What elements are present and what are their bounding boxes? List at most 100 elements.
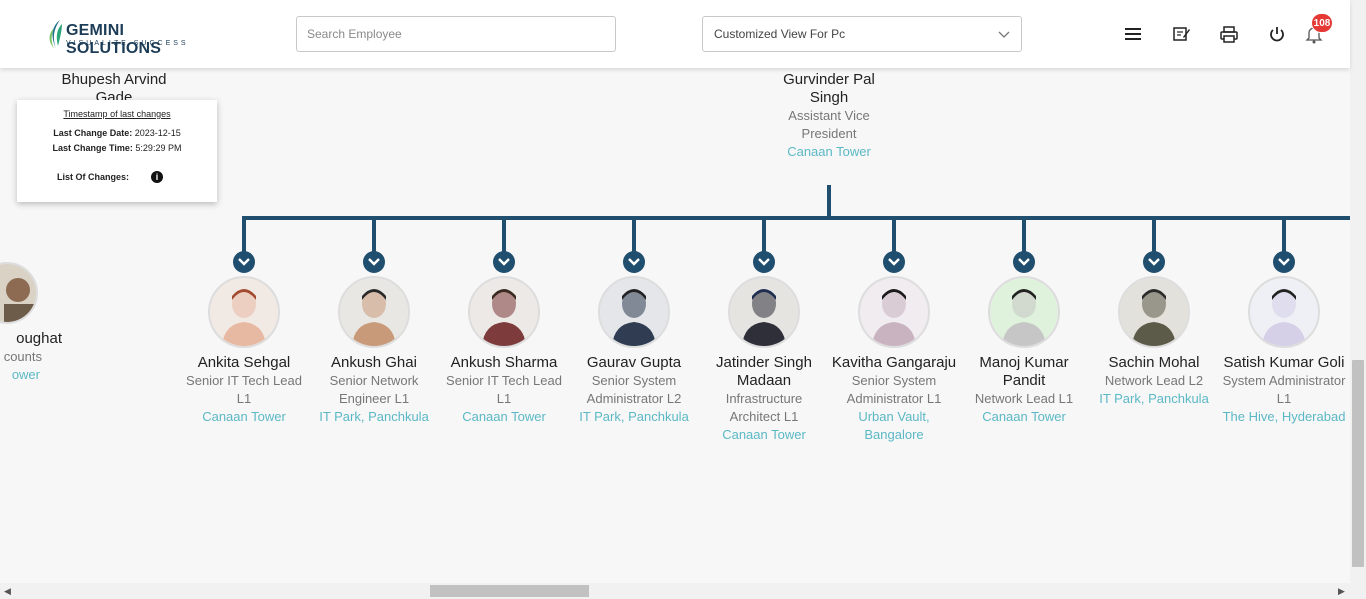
avatar	[858, 276, 930, 348]
manager-node[interactable]: Gurvinder Pal Singh Assistant Vice Presi…	[764, 71, 894, 161]
employee-connector-line	[242, 218, 246, 252]
view-select-dropdown[interactable]: Customized View For Pc	[702, 16, 1022, 52]
employee-designation: Senior System Administrator L1	[846, 373, 942, 406]
employee-name: Jatinder Singh Madaan	[716, 354, 812, 389]
avatar	[1248, 276, 1320, 348]
employee-name: Satish Kumar Goli	[1223, 354, 1345, 371]
avatar	[338, 276, 410, 348]
expand-chevron-icon[interactable]	[233, 251, 255, 273]
expand-chevron-icon[interactable]	[1013, 251, 1035, 273]
employee-designation: Senior IT Tech Lead L1	[186, 373, 302, 406]
employee-card[interactable]: Ankush Ghai Senior Network Engineer L1 IT …	[309, 276, 439, 426]
list-of-changes-label: List Of Changes:	[57, 172, 130, 182]
team-connector-line	[242, 216, 1350, 220]
employee-connector-line	[632, 218, 636, 252]
avatar	[988, 276, 1060, 348]
timestamp-card: Timestamp of last changes Last Change Da…	[17, 100, 217, 202]
top-header-bar: GEMINI SOLUTIONS VISUALIZE SUCCESS Custo…	[0, 0, 1350, 68]
last-change-time-value: 5:29:29 PM	[135, 143, 182, 153]
employee-connector-line	[1152, 218, 1156, 252]
avatar	[1118, 276, 1190, 348]
chevron-down-icon	[998, 31, 1010, 38]
logo-leaf-icon	[49, 20, 62, 48]
avatar	[208, 276, 280, 348]
employee-location: IT Park, Panchkula	[319, 409, 429, 424]
employee-connector-line	[762, 218, 766, 252]
employee-name: Ankush Sharma	[450, 354, 558, 371]
employee-card[interactable]: Ankita Sehgal Senior IT Tech Lead L1 Canaa…	[179, 276, 309, 426]
employee-connector-line	[892, 218, 896, 252]
employee-card[interactable]: Satish Kumar Goli System Administrator L1…	[1219, 276, 1349, 426]
list-of-changes-row: List Of Changes:	[57, 172, 129, 182]
scroll-left-arrow-icon[interactable]: ◀	[4, 587, 12, 596]
power-icon[interactable]	[1267, 24, 1287, 44]
employee-card-partial[interactable]: oughat counts ower	[0, 262, 62, 384]
employee-name: Gaurav Gupta	[586, 354, 682, 371]
employee-location: Canaan Tower	[462, 409, 546, 424]
avatar	[0, 262, 38, 324]
expand-chevron-icon[interactable]	[1143, 251, 1165, 273]
employee-location: IT Park, Panchkula	[1099, 391, 1209, 406]
timestamp-card-title: Timestamp of last changes	[63, 109, 171, 119]
notification-count-badge[interactable]: 108	[1311, 13, 1333, 33]
manager-location: Canaan Tower	[787, 144, 871, 159]
avatar	[468, 276, 540, 348]
employee-connector-line	[502, 218, 506, 252]
manager-name: Gurvinder Pal Singh	[783, 71, 875, 106]
employee-designation: Network Lead L2	[1104, 373, 1204, 388]
employee-card[interactable]: Kavitha Gangaraju Senior System Administr…	[829, 276, 959, 444]
employee-designation: Senior Network Engineer L1	[329, 373, 419, 406]
employee-connector-line	[1022, 218, 1026, 252]
employee-location: ower	[11, 367, 40, 382]
avatar	[728, 276, 800, 348]
employee-card[interactable]: Manoj Kumar Pandit Network Lead L1 Canaan …	[959, 276, 1089, 426]
expand-chevron-icon[interactable]	[493, 251, 515, 273]
expand-chevron-icon[interactable]	[1273, 251, 1295, 273]
employee-connector-line	[1282, 218, 1286, 252]
scroll-right-arrow-icon[interactable]: ▶	[1338, 587, 1346, 596]
employee-designation: counts	[3, 349, 42, 364]
employee-name: Kavitha Gangaraju	[831, 354, 957, 371]
employee-designation: Infrastructure Architect L1	[725, 391, 803, 424]
avatar	[598, 276, 670, 348]
last-change-time-row: Last Change Time: 5:29:29 PM	[17, 143, 217, 153]
employee-name: Ankush Ghai	[331, 354, 417, 371]
expand-chevron-icon[interactable]	[883, 251, 905, 273]
menu-icon[interactable]	[1123, 24, 1143, 44]
info-icon[interactable]: i	[151, 171, 163, 183]
manager-connector-line	[827, 185, 831, 219]
employee-location: The Hive, Hyderabad	[1222, 409, 1346, 424]
company-logo[interactable]: GEMINI SOLUTIONS VISUALIZE SUCCESS	[46, 16, 216, 57]
employee-card[interactable]: Sachin Mohal Network Lead L2 IT Park, Panc…	[1089, 276, 1219, 408]
employee-location: Canaan Tower	[202, 409, 286, 424]
employee-card[interactable]: Gaurav Gupta Senior System Administrator …	[569, 276, 699, 426]
employee-designation: Senior IT Tech Lead L1	[446, 373, 562, 406]
edit-notes-icon[interactable]	[1171, 24, 1191, 44]
employee-location: IT Park, Panchkula	[579, 409, 689, 424]
employee-designation: Network Lead L1	[974, 391, 1074, 406]
horizontal-scroll-thumb[interactable]	[430, 585, 589, 597]
search-employee-input[interactable]	[296, 16, 616, 52]
view-select-value: Customized View For Pc	[714, 27, 846, 41]
expand-chevron-icon[interactable]	[753, 251, 775, 273]
expand-chevron-icon[interactable]	[623, 251, 645, 273]
employee-card[interactable]: Jatinder Singh Madaan Infrastructure Arch…	[699, 276, 829, 444]
employee-designation: System Administrator L1	[1222, 373, 1346, 406]
employee-name: oughat	[16, 330, 62, 347]
employee-name: Ankita Sehgal	[197, 354, 291, 371]
print-icon[interactable]	[1219, 24, 1239, 44]
last-change-date-value: 2023-12-15	[134, 128, 181, 138]
employee-card[interactable]: Ankush Sharma Senior IT Tech Lead L1 Canaa…	[439, 276, 569, 426]
expand-chevron-icon[interactable]	[363, 251, 385, 273]
logo-tagline: VISUALIZE SUCCESS	[66, 40, 189, 47]
employee-connector-line	[372, 218, 376, 252]
vertical-scrollbar[interactable]	[1350, 0, 1366, 583]
vertical-scroll-thumb[interactable]	[1352, 360, 1364, 567]
manager-designation: Assistant Vice President	[788, 108, 870, 141]
employee-location: Canaan Tower	[982, 409, 1066, 424]
horizontal-scrollbar[interactable]: ◀ ▶	[0, 583, 1366, 599]
employee-location: Canaan Tower	[722, 427, 806, 442]
employee-location: Urban Vault, Bangalore	[858, 409, 930, 442]
last-change-date-label: Last Change Date:	[53, 128, 133, 138]
last-change-date-row: Last Change Date: 2023-12-15	[17, 128, 217, 138]
